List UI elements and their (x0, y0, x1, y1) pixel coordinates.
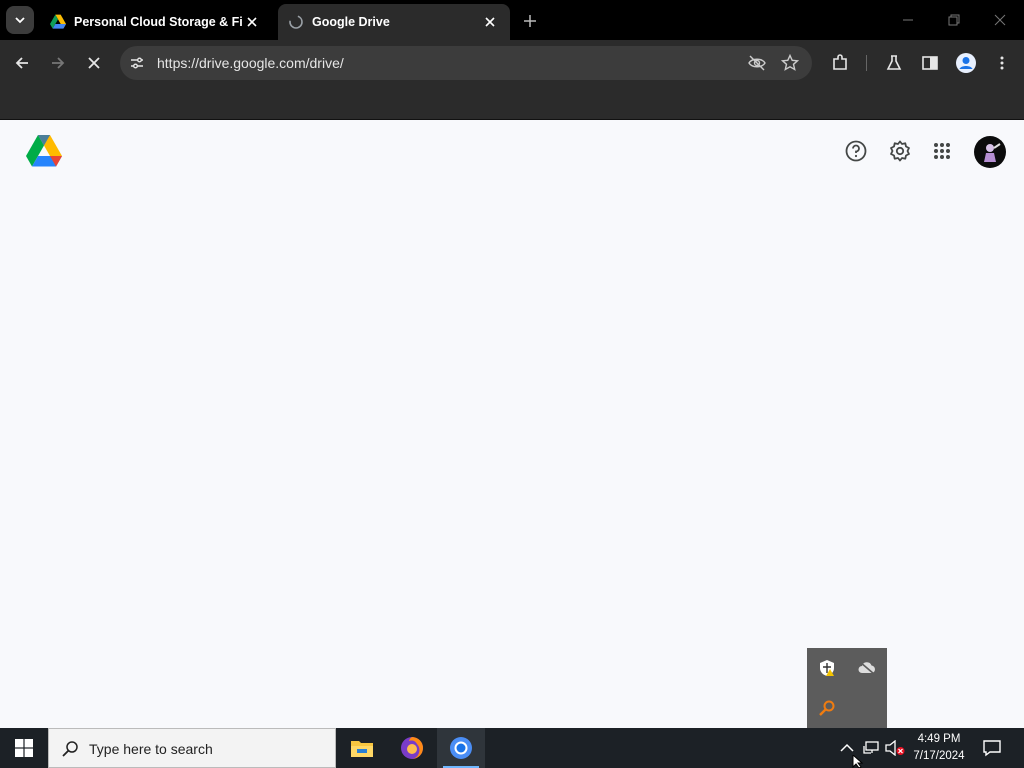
toolbar-divider (866, 55, 867, 71)
loading-globe-icon (289, 15, 303, 29)
arrow-left-icon (15, 57, 28, 69)
profile-icon (956, 53, 976, 73)
settings-icon[interactable] (886, 137, 914, 165)
system-clock[interactable]: 4:49 PM 7/17/2024 (906, 731, 972, 765)
clock-time: 4:49 PM (917, 733, 961, 745)
side-panel-icon (922, 56, 938, 70)
chevron-down-icon (15, 17, 25, 24)
arrow-right-icon (52, 57, 65, 69)
drive-icon (50, 14, 66, 29)
more-vert-icon (1000, 56, 1004, 70)
clock-date: 7/17/2024 (913, 750, 965, 762)
notifications-button[interactable] (978, 734, 1006, 762)
back-button[interactable] (8, 49, 36, 77)
tab-strip: Personal Cloud Storage & File Google Dri… (0, 0, 1024, 40)
close-icon (88, 57, 100, 69)
search-placeholder: Type here to search (89, 741, 213, 757)
firefox-icon[interactable] (388, 728, 436, 768)
tab-google-drive[interactable]: Google Drive (278, 4, 510, 40)
close-tab-icon[interactable] (480, 12, 500, 32)
close-icon (994, 14, 1006, 26)
bookmark-star-icon[interactable] (780, 53, 800, 77)
apps-grid-icon[interactable] (928, 137, 956, 165)
site-info-icon[interactable] (129, 55, 145, 76)
chevron-up-icon (840, 743, 854, 752)
start-button[interactable] (0, 728, 48, 768)
restore-button[interactable] (942, 8, 966, 32)
puzzle-icon (833, 54, 847, 70)
tray-overflow-popup (807, 648, 887, 728)
restore-icon (948, 14, 960, 26)
windows-logo-icon (15, 739, 33, 757)
taskbar-search-box[interactable]: Type here to search (48, 728, 336, 768)
search-tool-icon[interactable] (815, 696, 839, 720)
volume-muted-icon[interactable] (884, 736, 906, 760)
flask-icon (886, 55, 902, 70)
tab-personal-cloud-storage[interactable]: Personal Cloud Storage & File (40, 4, 272, 40)
minimize-button[interactable] (896, 8, 920, 32)
security-shield-icon[interactable] (815, 656, 839, 680)
labs-button[interactable] (880, 49, 908, 77)
cloud-offline-icon[interactable] (855, 656, 879, 680)
taskbar: Type here to search 4:49 PM 7/17/2024 (0, 728, 1024, 768)
search-icon (61, 740, 79, 763)
stop-loading-button[interactable] (80, 49, 108, 77)
profile-button[interactable] (952, 49, 980, 77)
address-bar[interactable]: https://drive.google.com/drive/ (120, 46, 812, 80)
extensions-button[interactable] (826, 49, 854, 77)
help-icon[interactable] (842, 137, 870, 165)
minimize-icon (903, 19, 913, 21)
mouse-cursor-icon (852, 755, 864, 768)
account-avatar[interactable] (974, 136, 1006, 168)
plus-icon (524, 15, 536, 27)
tracking-protection-icon[interactable] (748, 54, 766, 77)
browser-toolbar: https://drive.google.com/drive/ (0, 40, 1024, 86)
tab-title: Personal Cloud Storage & File (74, 15, 242, 29)
forward-button[interactable] (44, 49, 72, 77)
tab-title: Google Drive (312, 15, 390, 29)
close-window-button[interactable] (988, 8, 1012, 32)
tab-search-button[interactable] (6, 6, 34, 34)
file-explorer-icon[interactable] (338, 728, 386, 768)
url-text[interactable]: https://drive.google.com/drive/ (157, 55, 344, 71)
page-content (0, 121, 1024, 728)
chrome-icon[interactable] (437, 728, 485, 768)
google-drive-logo[interactable] (26, 135, 62, 168)
side-panel-button[interactable] (916, 49, 944, 77)
new-tab-button[interactable] (518, 9, 542, 33)
close-tab-icon[interactable] (242, 12, 262, 32)
bookmarks-bar (0, 86, 1024, 120)
browser-menu-button[interactable] (988, 49, 1016, 77)
chat-bubble-icon (983, 740, 1001, 757)
